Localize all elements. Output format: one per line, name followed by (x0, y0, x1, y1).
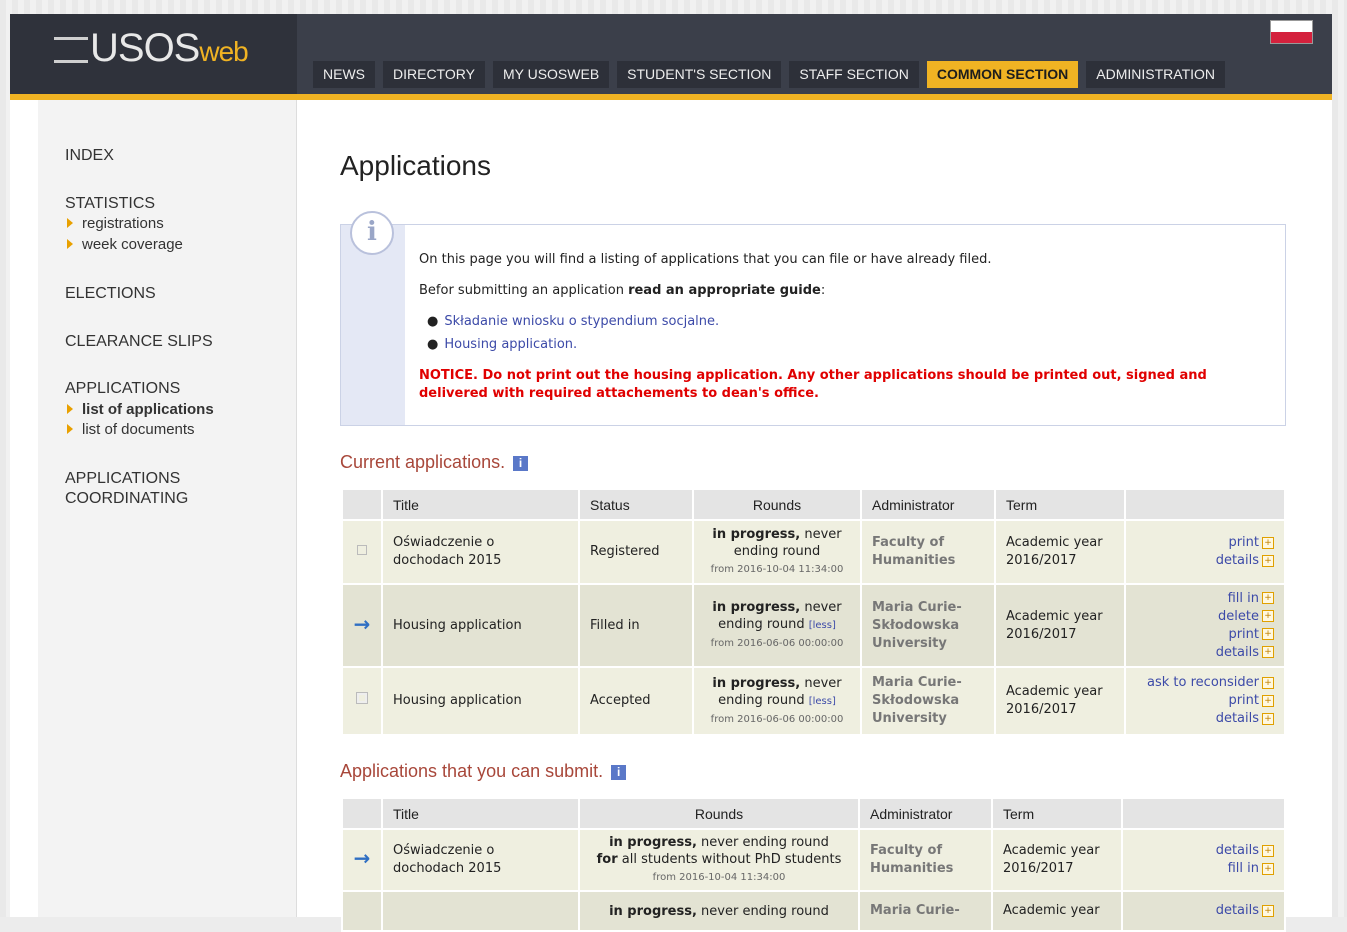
expand-icon: + (1262, 904, 1274, 917)
bullet-icon (67, 404, 73, 415)
polish-flag-icon[interactable] (1270, 20, 1313, 44)
rounds-cell: in progress, never ending round [less] fr… (692, 583, 862, 668)
actions-cell: fill in + delete + print + details + (1124, 583, 1286, 668)
actions-cell: details + (1121, 890, 1286, 932)
expand-icon: + (1262, 554, 1274, 567)
sidebar-statistics[interactable]: STATISTICS (65, 194, 155, 214)
info-line-1: On this page you will find a listing of … (419, 252, 992, 267)
details-link[interactable]: details + (1136, 644, 1274, 662)
sidebar-item-registrations[interactable]: registrations (67, 215, 164, 232)
expand-icon: + (1262, 676, 1274, 689)
bullet-icon (67, 424, 73, 435)
notice-text: NOTICE. Do not print out the housing app… (419, 368, 1207, 401)
rounds-cell: in progress, never ending round [less] fr… (692, 666, 862, 736)
expand-icon: + (1262, 536, 1274, 549)
details-link[interactable]: details + (1136, 710, 1274, 728)
info-small-icon[interactable]: i (611, 764, 627, 780)
table-header-row: Title Status Rounds Administrator Term (341, 488, 1286, 521)
arrow-right-icon: → (353, 846, 371, 870)
delete-link[interactable]: delete + (1136, 608, 1274, 626)
table-row: in progress, never ending round Maria Cu… (341, 890, 1286, 932)
tab-staff-section[interactable]: STAFF SECTION (789, 61, 919, 88)
bullet-icon (67, 218, 73, 229)
tab-directory[interactable]: DIRECTORY (383, 61, 485, 88)
print-link[interactable]: print + (1136, 692, 1274, 710)
rounds-cell: in progress, never ending round for all s… (578, 828, 860, 892)
col-title: Title (381, 488, 580, 521)
expand-icon: + (1262, 610, 1274, 622)
bullet-icon (67, 239, 73, 250)
table-row: Housing application Accepted in progress… (341, 666, 1286, 736)
col-rounds: Rounds (578, 797, 860, 830)
expand-icon: + (1262, 712, 1274, 725)
tab-students-section[interactable]: STUDENT'S SECTION (617, 61, 782, 88)
row-marker-icon (357, 545, 367, 555)
details-link[interactable]: details + (1133, 842, 1274, 860)
sidebar-index[interactable]: INDEX (65, 146, 114, 166)
fill-in-link[interactable]: fill in + (1136, 590, 1274, 608)
tab-news[interactable]: NEWS (313, 61, 375, 88)
col-rounds: Rounds (692, 488, 862, 521)
info-icon: i (350, 211, 394, 255)
current-applications-title: Current applications. i (340, 452, 529, 473)
details-link[interactable]: details + (1136, 552, 1274, 570)
sidebar-clearance-slips[interactable]: CLEARANCE SLIPS (65, 332, 213, 352)
sidebar-item-week-coverage[interactable]: week coverage (67, 236, 183, 253)
less-link[interactable]: [less] (809, 620, 836, 631)
page-title: Applications (340, 150, 491, 181)
col-title: Title (381, 797, 580, 830)
sidebar-item-list-of-documents[interactable]: list of documents (67, 421, 195, 438)
info-box: i On this page you will find a listing o… (340, 211, 1286, 426)
table-row: Oświadczenie o dochodach 2015 Registered… (341, 519, 1286, 585)
guide-link-scholarship[interactable]: ● Składanie wniosku o stypendium socjalne… (427, 314, 719, 329)
print-link[interactable]: print + (1136, 534, 1274, 552)
col-status: Status (578, 488, 694, 521)
main-nav: NEWS DIRECTORY MY USOSWEB STUDENT'S SECT… (313, 61, 1226, 88)
guide-link-housing[interactable]: ● Housing application. (427, 337, 577, 352)
rounds-cell: in progress, never ending round (578, 890, 860, 932)
submit-applications-table: Title Rounds Administrator Term → Oświad… (341, 797, 1286, 932)
ask-to-reconsider-link[interactable]: ask to reconsider + (1136, 674, 1274, 692)
tab-my-usosweb[interactable]: MY USOSWEB (492, 61, 610, 88)
expand-icon: + (1262, 844, 1274, 857)
expand-icon: + (1262, 628, 1274, 640)
sidebar-applications[interactable]: APPLICATIONS (65, 379, 180, 399)
header: USOSweb NEWS DIRECTORY MY USOSWEB STUDEN… (10, 14, 1332, 100)
col-administrator: Administrator (860, 488, 996, 521)
tab-administration[interactable]: ADMINISTRATION (1086, 61, 1226, 88)
col-term: Term (991, 797, 1123, 830)
expand-icon: + (1262, 862, 1274, 875)
col-term: Term (994, 488, 1126, 521)
sidebar-item-list-of-applications[interactable]: list of applications (67, 401, 214, 418)
tab-common-section[interactable]: COMMON SECTION (926, 61, 1079, 88)
col-administrator: Administrator (858, 797, 993, 830)
usosweb-logo[interactable]: USOSweb (54, 26, 249, 71)
sidebar-elections[interactable]: ELECTIONS (65, 284, 156, 304)
details-link[interactable]: details + (1133, 902, 1274, 920)
fill-in-link[interactable]: fill in + (1133, 860, 1274, 878)
actions-cell: ask to reconsider + print + details + (1124, 666, 1286, 736)
info-small-icon[interactable]: i (513, 455, 529, 471)
expand-icon: + (1262, 592, 1274, 604)
table-header-row: Title Rounds Administrator Term (341, 797, 1286, 830)
current-applications-table: Title Status Rounds Administrator Term O… (341, 488, 1286, 736)
submit-applications-title: Applications that you can submit. i (340, 761, 627, 782)
less-link[interactable]: [less] (809, 696, 836, 707)
table-row: → Housing application Filled in in progr… (341, 583, 1286, 668)
expand-icon: + (1262, 694, 1274, 707)
actions-cell: details + fill in + (1121, 828, 1286, 892)
rounds-cell: in progress, never ending round from 2016… (692, 519, 862, 585)
table-row: → Oświadczenie o dochodach 2015 in progr… (341, 828, 1286, 892)
row-marker-icon (356, 692, 368, 704)
logo-area: USOSweb (10, 14, 297, 94)
expand-icon: + (1262, 646, 1274, 658)
sidebar: INDEX STATISTICS registrations week cove… (38, 100, 297, 917)
info-line-2: Befor submitting an application read an … (419, 283, 826, 298)
arrow-right-icon: → (353, 611, 371, 636)
sidebar-applications-coordinating[interactable]: APPLICATIONS COORDINATING (65, 469, 188, 509)
print-link[interactable]: print + (1136, 626, 1274, 644)
logo-lines-icon (54, 37, 88, 64)
actions-cell: print + details + (1124, 519, 1286, 585)
